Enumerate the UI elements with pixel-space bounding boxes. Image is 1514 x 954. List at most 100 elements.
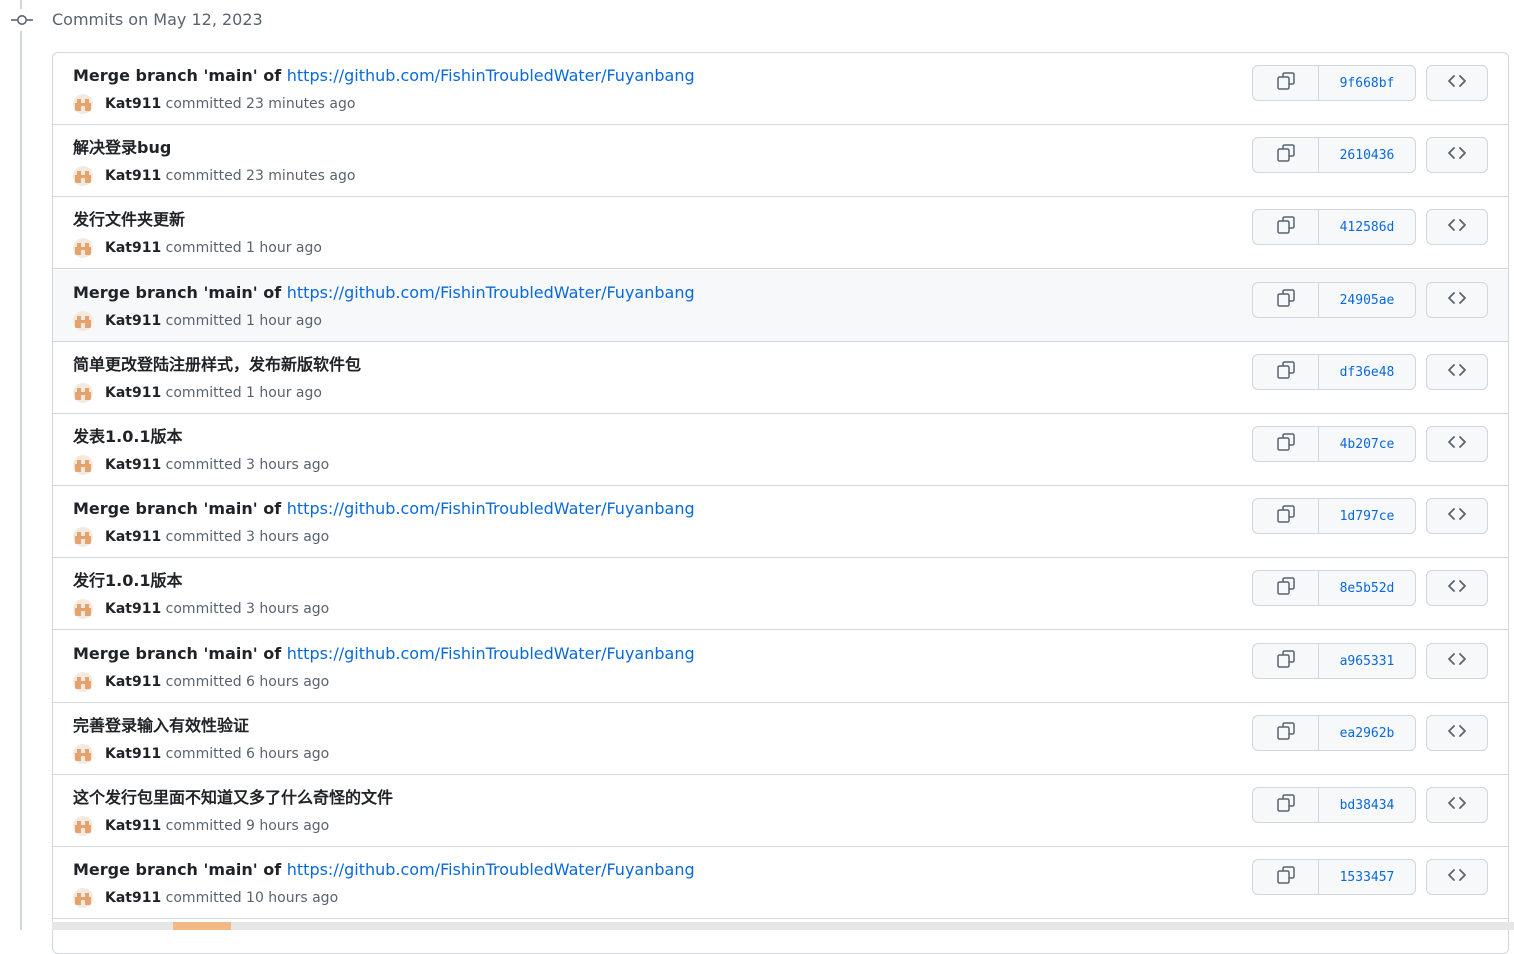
commit-message-text[interactable]: 发行文件夹更新	[73, 210, 185, 229]
commit-message[interactable]: Merge branch 'main' of https://github.co…	[73, 859, 695, 881]
browse-repo-button[interactable]	[1426, 65, 1488, 101]
commit-row[interactable]: Merge branch 'main' of https://github.co…	[53, 486, 1508, 558]
commit-message-text[interactable]: 发行1.0.1版本	[73, 571, 183, 590]
browse-repo-button[interactable]	[1426, 715, 1488, 751]
avatar[interactable]	[73, 166, 93, 186]
browse-repo-button[interactable]	[1426, 354, 1488, 390]
commit-message[interactable]: Merge branch 'main' of https://github.co…	[73, 643, 695, 665]
commit-message[interactable]: 这个发行包里面不知道又多了什么奇怪的文件	[73, 787, 393, 809]
avatar[interactable]	[73, 599, 93, 619]
commit-author[interactable]: Kat911	[105, 674, 161, 690]
browse-repo-button[interactable]	[1426, 282, 1488, 318]
commit-author[interactable]: Kat911	[105, 385, 161, 401]
commit-sha-link[interactable]: ea2962b	[1319, 716, 1415, 750]
copy-sha-button[interactable]	[1253, 860, 1319, 894]
avatar[interactable]	[73, 455, 93, 475]
copy-sha-button[interactable]	[1253, 355, 1319, 389]
browse-repo-button[interactable]	[1426, 209, 1488, 245]
browse-repo-button[interactable]	[1426, 426, 1488, 462]
copy-sha-button[interactable]	[1253, 138, 1319, 172]
browse-repo-button[interactable]	[1426, 570, 1488, 606]
commit-author[interactable]: Kat911	[105, 96, 161, 112]
commit-message[interactable]: 发表1.0.1版本	[73, 426, 183, 448]
avatar[interactable]	[73, 94, 93, 114]
commit-author[interactable]: Kat911	[105, 457, 161, 473]
commit-sha-link[interactable]: 8e5b52d	[1319, 571, 1415, 605]
commit-sha-link[interactable]: 9f668bf	[1319, 66, 1415, 100]
commit-message-link[interactable]: https://github.com/FishinTroubledWater/F…	[287, 644, 695, 663]
commit-message-link[interactable]: https://github.com/FishinTroubledWater/F…	[287, 283, 695, 302]
commit-message[interactable]: 发行1.0.1版本	[73, 570, 183, 592]
commit-author[interactable]: Kat911	[105, 529, 161, 545]
copy-sha-button[interactable]	[1253, 644, 1319, 678]
commit-row[interactable]: Merge branch 'main' of https://github.co…	[53, 631, 1508, 703]
commit-row[interactable]: 这个发行包里面不知道又多了什么奇怪的文件 Kat911 committed 9 h…	[53, 775, 1508, 847]
commit-sha-link[interactable]: 412586d	[1319, 210, 1415, 244]
commit-message-prefix[interactable]: Merge branch 'main' of	[73, 499, 287, 518]
commit-sha-link[interactable]: 2610436	[1319, 138, 1415, 172]
commit-author[interactable]: Kat911	[105, 746, 161, 762]
commit-message[interactable]: 发行文件夹更新	[73, 209, 185, 231]
commit-sha-link[interactable]: a965331	[1319, 644, 1415, 678]
commit-message-prefix[interactable]: Merge branch 'main' of	[73, 283, 287, 302]
horizontal-scrollbar[interactable]	[52, 922, 1514, 930]
commit-author[interactable]: Kat911	[105, 168, 161, 184]
commit-sha-link[interactable]: 1533457	[1319, 860, 1415, 894]
commit-sha-link[interactable]: bd38434	[1319, 788, 1415, 822]
copy-sha-button[interactable]	[1253, 66, 1319, 100]
commit-row[interactable]: 发行1.0.1版本 Kat911 committed 3 hours ago 8e5…	[53, 558, 1508, 630]
commit-message-link[interactable]: https://github.com/FishinTroubledWater/F…	[287, 66, 695, 85]
avatar[interactable]	[73, 744, 93, 764]
browse-repo-button[interactable]	[1426, 643, 1488, 679]
commit-message[interactable]: Merge branch 'main' of https://github.co…	[73, 282, 695, 304]
commit-row[interactable]: 简单更改登陆注册样式，发布新版软件包 Kat911 committed 1 hou…	[53, 342, 1508, 414]
commit-sha-link[interactable]: 4b207ce	[1319, 427, 1415, 461]
commit-row[interactable]: 发表1.0.1版本 Kat911 committed 3 hours ago 4b2…	[53, 414, 1508, 486]
copy-sha-button[interactable]	[1253, 210, 1319, 244]
commit-sha-link[interactable]: 1d797ce	[1319, 499, 1415, 533]
commit-message-prefix[interactable]: Merge branch 'main' of	[73, 66, 287, 85]
copy-sha-button[interactable]	[1253, 788, 1319, 822]
copy-sha-button[interactable]	[1253, 499, 1319, 533]
copy-sha-button[interactable]	[1253, 716, 1319, 750]
commit-author[interactable]: Kat911	[105, 890, 161, 906]
commit-author[interactable]: Kat911	[105, 240, 161, 256]
commit-message-text[interactable]: 这个发行包里面不知道又多了什么奇怪的文件	[73, 788, 393, 807]
browse-repo-button[interactable]	[1426, 859, 1488, 895]
avatar[interactable]	[73, 816, 93, 836]
copy-sha-button[interactable]	[1253, 283, 1319, 317]
avatar[interactable]	[73, 383, 93, 403]
commit-row[interactable]: 完善登录输入有效性验证 Kat911 committed 6 hours ago e…	[53, 703, 1508, 775]
avatar[interactable]	[73, 527, 93, 547]
scrollbar-thumb[interactable]	[173, 922, 231, 930]
copy-sha-button[interactable]	[1253, 571, 1319, 605]
commit-author[interactable]: Kat911	[105, 313, 161, 329]
commit-sha-link[interactable]: 24905ae	[1319, 283, 1415, 317]
commit-author[interactable]: Kat911	[105, 818, 161, 834]
commit-message[interactable]: Merge branch 'main' of https://github.co…	[73, 65, 695, 87]
commit-row[interactable]: 发行文件夹更新 Kat911 committed 1 hour ago 412586…	[53, 197, 1508, 269]
copy-sha-button[interactable]	[1253, 427, 1319, 461]
commit-sha-link[interactable]: df36e48	[1319, 355, 1415, 389]
avatar[interactable]	[73, 238, 93, 258]
avatar[interactable]	[73, 672, 93, 692]
commit-row[interactable]: 解决登录bug Kat911 committed 23 minutes ago 26…	[53, 125, 1508, 197]
commit-message[interactable]: Merge branch 'main' of https://github.co…	[73, 498, 695, 520]
avatar[interactable]	[73, 311, 93, 331]
browse-repo-button[interactable]	[1426, 137, 1488, 173]
commit-message-text[interactable]: 完善登录输入有效性验证	[73, 716, 249, 735]
commit-message-text[interactable]: 解决登录bug	[73, 138, 171, 157]
commit-author[interactable]: Kat911	[105, 601, 161, 617]
browse-repo-button[interactable]	[1426, 498, 1488, 534]
commit-message-prefix[interactable]: Merge branch 'main' of	[73, 644, 287, 663]
commit-message-text[interactable]: 发表1.0.1版本	[73, 427, 183, 446]
commit-message[interactable]: 简单更改登陆注册样式，发布新版软件包	[73, 354, 361, 376]
avatar[interactable]	[73, 888, 93, 908]
commit-row[interactable]: Merge branch 'main' of https://github.co…	[53, 270, 1508, 342]
commit-message-text[interactable]: 简单更改登陆注册样式，发布新版软件包	[73, 355, 361, 374]
commit-message-link[interactable]: https://github.com/FishinTroubledWater/F…	[287, 860, 695, 879]
commit-message-link[interactable]: https://github.com/FishinTroubledWater/F…	[287, 499, 695, 518]
commit-message[interactable]: 解决登录bug	[73, 137, 171, 159]
commit-message[interactable]: 完善登录输入有效性验证	[73, 715, 249, 737]
commit-row[interactable]: Merge branch 'main' of https://github.co…	[53, 847, 1508, 919]
